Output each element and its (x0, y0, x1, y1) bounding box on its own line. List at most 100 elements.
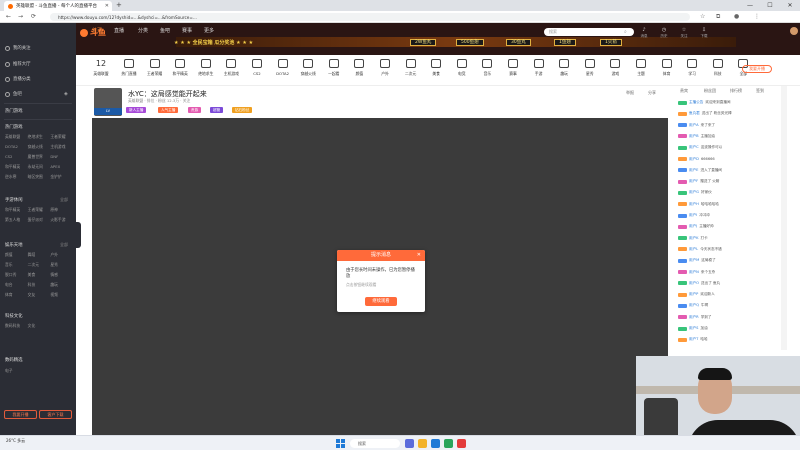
category-item[interactable]: 体育 (656, 59, 678, 77)
edge-icon[interactable] (431, 439, 440, 448)
sidebar-link[interactable]: 暗区突围 (28, 174, 51, 180)
streamer-tag[interactable]: 贵族 (188, 107, 202, 113)
sidebar-link[interactable]: 视频 (50, 292, 73, 298)
sidebar-link[interactable]: 穿越火线 (28, 144, 51, 150)
category-item[interactable]: 二次元 (400, 59, 422, 77)
streamer-tag[interactable]: 超管 (210, 107, 224, 113)
nav-more[interactable]: 更多 (204, 27, 214, 34)
new-tab-button[interactable]: + (116, 1, 122, 9)
history-icon[interactable]: ◷ 历史 (656, 27, 672, 39)
sidebar-link[interactable]: 永劫无间 (28, 164, 51, 170)
share-link[interactable]: 分享 (648, 90, 656, 96)
fan-badge[interactable] (678, 337, 687, 342)
sidebar-link[interactable]: 美食 (28, 272, 51, 278)
category-item[interactable]: 主机游戏 (220, 59, 242, 77)
category-item[interactable]: 王者荣耀 (144, 59, 166, 77)
sidebar-item-fishbar[interactable]: 鱼吧 (5, 91, 22, 97)
chat-username[interactable]: 用户N (689, 270, 699, 275)
sidebar-link[interactable]: 英雄联盟 (5, 134, 28, 140)
back-button[interactable]: ← (6, 12, 11, 22)
sidebar-link[interactable]: 二次元 (28, 262, 51, 268)
chat-username[interactable]: 用户C (689, 145, 699, 150)
chat-scrollbar[interactable] (781, 86, 787, 350)
nav-events[interactable]: 赛事 (182, 27, 192, 34)
app-icon[interactable] (457, 439, 466, 448)
streamer-tag[interactable]: 钻石粉丝 (232, 107, 253, 113)
open-live-button[interactable]: 我要开播 (742, 65, 772, 73)
category-item[interactable]: 颜值 (348, 59, 370, 77)
fan-badge[interactable] (678, 236, 687, 241)
fan-badge[interactable] (678, 247, 687, 252)
chat-tab[interactable]: 排行榜 (730, 88, 742, 95)
fan-badge[interactable] (678, 168, 687, 173)
address-bar[interactable]: https://www.douyu.com/12?dyshid=...&dysh… (50, 13, 690, 21)
category-item[interactable]: 赛事 (502, 59, 524, 77)
sidebar-item-home[interactable]: 推荐大厅 (5, 61, 31, 67)
chat-username[interactable]: 主播公告 (689, 100, 703, 105)
download-client-button[interactable]: 客户下载 (39, 410, 72, 419)
category-item[interactable]: 游戏 (604, 59, 626, 77)
file-explorer-icon[interactable] (418, 439, 427, 448)
sidebar-link[interactable]: 绝地求生 (28, 134, 51, 140)
sidebar-link[interactable]: 颜值 (5, 252, 28, 258)
category-item[interactable]: 音乐 (476, 59, 498, 77)
sidebar-link[interactable]: 电台 (5, 282, 28, 288)
sidebar-link[interactable]: DOTA2 (5, 144, 28, 150)
sidebar-link[interactable]: 主机游戏 (50, 144, 73, 150)
taskbar-search[interactable]: 搜索 (350, 439, 400, 448)
star-icon[interactable]: ☆ 关注 (676, 27, 692, 39)
fan-badge[interactable] (678, 111, 687, 116)
fan-badge[interactable] (678, 202, 687, 207)
fan-badge[interactable] (678, 270, 687, 274)
chat-username[interactable]: 用户H (689, 202, 699, 207)
category-item[interactable]: 一起看 (323, 59, 345, 77)
sidebar-link[interactable]: 星秀 (50, 262, 73, 268)
start-live-button[interactable]: 我要开播 (4, 410, 37, 419)
fan-badge[interactable] (678, 100, 687, 105)
sidebar-link[interactable]: 王者荣耀 (28, 207, 51, 213)
fan-badge[interactable] (678, 145, 687, 150)
fan-badge[interactable] (678, 224, 687, 229)
report-link[interactable]: 举报 (626, 90, 634, 96)
category-item[interactable]: 星秀 (579, 59, 601, 77)
fan-badge[interactable] (678, 303, 687, 308)
sidebar-link[interactable]: 电子 (5, 368, 28, 374)
fan-badge[interactable] (678, 315, 687, 320)
sidebar-link[interactable]: 原神 (50, 207, 73, 213)
search-input[interactable]: 搜索 (544, 28, 634, 36)
sidebar-link[interactable]: 数码科技 (5, 323, 28, 329)
category-item[interactable]: 和平精英 (169, 59, 191, 77)
fan-badge[interactable] (678, 258, 687, 263)
weather-widget[interactable]: 26°C 多云 (6, 438, 25, 444)
sidebar-link[interactable]: 魔兽世界 (28, 154, 51, 160)
chat-username[interactable]: 用户S (689, 326, 698, 331)
section-more-link[interactable]: 全部 (60, 197, 68, 203)
chat-username[interactable]: 用户T (689, 337, 698, 342)
chat-username[interactable]: 鱼丸君 (689, 111, 700, 116)
fan-badge[interactable] (678, 281, 687, 286)
sidebar-link[interactable]: 脱口秀 (5, 272, 28, 278)
category-item[interactable]: 学习 (681, 59, 703, 77)
chrome-icon[interactable] (444, 439, 453, 448)
category-item[interactable]: 科技 (707, 59, 729, 77)
category-item[interactable]: CS2 (246, 59, 268, 76)
chat-tab[interactable]: 粉丝团 (704, 88, 716, 95)
chat-username[interactable]: 用户R (689, 315, 699, 320)
sidebar-link[interactable]: 体育 (5, 292, 28, 298)
sidebar-link[interactable]: CS2 (5, 154, 28, 160)
category-count-item[interactable]: 12 英雄联盟 (90, 59, 112, 77)
chat-username[interactable]: 用户D (689, 157, 699, 162)
extensions-icon[interactable]: ⧉ (716, 12, 720, 22)
star-bookmark-icon[interactable]: ☆ (700, 12, 705, 22)
streamer-tag[interactable]: 新人主播 (126, 107, 147, 113)
nav-fishbar[interactable]: 鱼吧 (160, 27, 170, 34)
sidebar-link[interactable]: 户外 (50, 252, 73, 258)
browser-tab[interactable]: 英雄联盟 - 斗鱼直播 - 每个人的直播平台 ✕ (4, 1, 112, 11)
continue-watching-button[interactable]: 继续观看 (365, 297, 397, 306)
sidebar-link[interactable]: 火影手游 (50, 217, 73, 223)
download-icon[interactable]: ⇩ 下载 (696, 27, 712, 39)
category-item[interactable]: 热门直播 (118, 59, 140, 77)
window-close-button[interactable]: ✕ (780, 0, 800, 11)
nav-category[interactable]: 分类 (138, 27, 148, 34)
sidebar-link[interactable]: 逆水寒 (5, 174, 28, 180)
